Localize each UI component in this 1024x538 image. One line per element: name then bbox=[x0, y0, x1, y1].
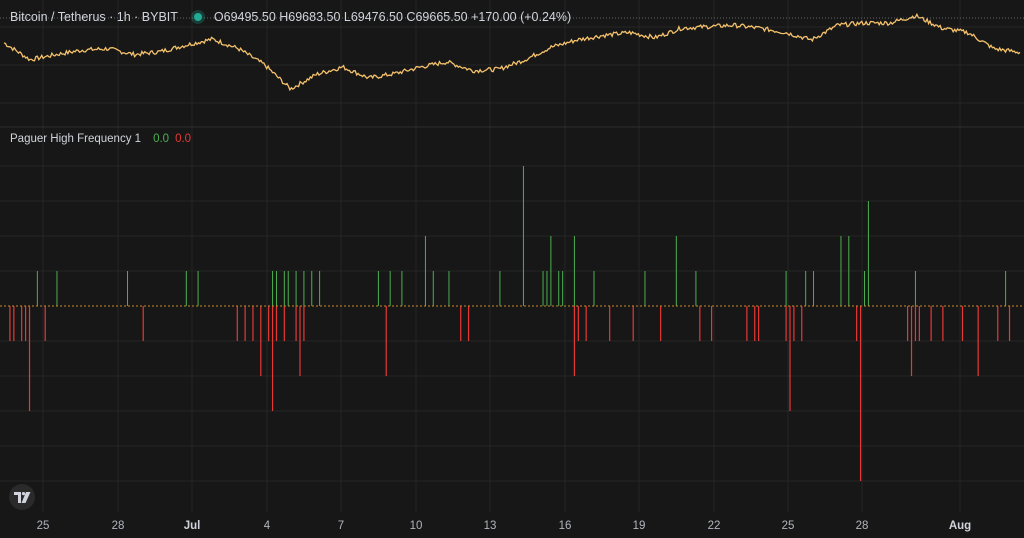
indicator-legend[interactable]: Paguer High Frequency 1 0.0 0.0 bbox=[10, 133, 191, 145]
time-axis-label: 13 bbox=[483, 520, 497, 532]
tradingview-logo-icon[interactable] bbox=[9, 484, 35, 510]
time-axis[interactable]: 25 28 Jul 4 7 10 13 16 19 22 25 28 Aug bbox=[0, 512, 1024, 538]
time-axis-label: 19 bbox=[632, 520, 646, 532]
time-axis-label: 16 bbox=[558, 520, 572, 532]
time-axis-label: 28 bbox=[111, 520, 125, 532]
chart-grid bbox=[0, 0, 1024, 512]
time-axis-label: Jul bbox=[183, 520, 201, 532]
time-axis-label: Aug bbox=[948, 520, 972, 532]
indicator-pane[interactable] bbox=[0, 166, 1024, 481]
indicator-value-down: 0.0 bbox=[175, 133, 192, 145]
chart-canvas[interactable] bbox=[0, 0, 1024, 538]
symbol-title[interactable]: Bitcoin / Tetherus · 1h · BYBIT bbox=[10, 10, 178, 24]
time-axis-label: 22 bbox=[707, 520, 721, 532]
market-status-icon bbox=[193, 13, 202, 21]
time-axis-label: 4 bbox=[263, 520, 271, 532]
time-axis-label: 25 bbox=[36, 520, 50, 532]
indicator-name[interactable]: Paguer High Frequency 1 bbox=[10, 133, 141, 145]
ohlc-readout: O69495.50 H69683.50 L69476.50 C69665.50 … bbox=[213, 10, 572, 24]
chart-header: Bitcoin / Tetherus · 1h · BYBIT O69495.5… bbox=[10, 8, 571, 26]
time-axis-label: 7 bbox=[337, 520, 345, 532]
time-axis-label: 28 bbox=[855, 520, 869, 532]
time-axis-label: 10 bbox=[409, 520, 423, 532]
time-axis-label: 25 bbox=[781, 520, 795, 532]
indicator-value-up: 0.0 bbox=[153, 133, 170, 145]
